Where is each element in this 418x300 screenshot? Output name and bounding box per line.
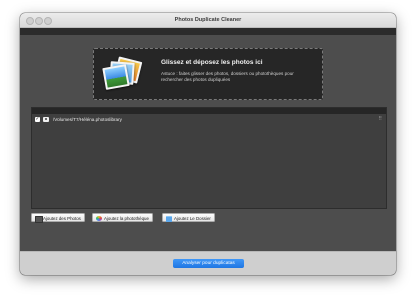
row-handle-icon[interactable]: ⠿ (378, 116, 382, 123)
app-window: Photos Duplicate Cleaner Glissez et dépo… (20, 13, 396, 275)
window-title: Photos Duplicate Cleaner (174, 17, 242, 23)
photo-icon (35, 216, 43, 223)
photos-app-icon (96, 216, 102, 221)
item-checkbox[interactable]: ✓ (35, 117, 40, 122)
add-photos-button[interactable]: Ajoutez des Photos (31, 213, 85, 223)
footer-bar: Analyser pour duplicatas (20, 251, 396, 275)
drop-zone[interactable]: Glissez et déposez les photos ici Astuce… (93, 48, 323, 100)
toolbar-band (20, 28, 396, 35)
item-path: /Volumes/T7/Héléna.photoslibrary (53, 117, 122, 122)
list-item[interactable]: ✓ /Volumes/T7/Héléna.photoslibrary ⠿ (32, 116, 386, 124)
photos-stack-icon (102, 56, 143, 91)
add-folder-label: Ajoutez Le Dossier (174, 216, 211, 221)
analyze-button[interactable]: Analyser pour duplicatas (173, 259, 244, 268)
list-header (32, 108, 386, 114)
drop-zone-title: Glissez et déposez les photos ici (161, 59, 263, 66)
drop-zone-description: Astuce : faites glisser des photos, doss… (161, 71, 294, 82)
add-library-label: Ajoutez la photothèque (104, 216, 149, 221)
photo-library-icon (43, 117, 49, 122)
folder-icon (166, 216, 172, 222)
add-folder-button[interactable]: Ajoutez Le Dossier (162, 213, 215, 222)
add-photos-label: Ajoutez des Photos (43, 216, 81, 221)
library-list: ✓ /Volumes/T7/Héléna.photoslibrary ⠿ (31, 107, 387, 209)
photo-card-front (102, 64, 130, 90)
add-library-button[interactable]: Ajoutez la photothèque (92, 213, 153, 222)
title-bar: Photos Duplicate Cleaner (20, 13, 396, 28)
